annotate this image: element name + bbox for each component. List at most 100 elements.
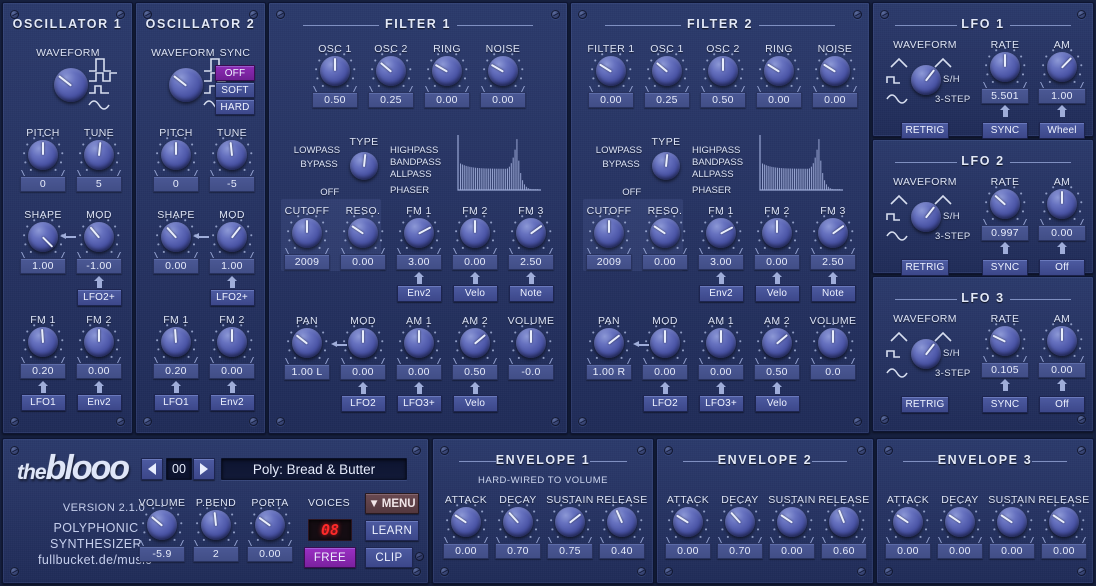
knob-cap[interactable] <box>997 507 1027 537</box>
knob-cap[interactable] <box>348 218 378 248</box>
knob-cap[interactable] <box>725 507 755 537</box>
filter2.row2.2-mod-button[interactable]: Env2 <box>698 285 744 302</box>
knob-cap[interactable] <box>762 328 792 358</box>
knob-cap[interactable] <box>708 56 738 86</box>
filter2.row3.3-mod-button[interactable]: Velo <box>754 395 800 412</box>
osc2-sync-off-button[interactable]: OFF <box>215 65 255 81</box>
knob-cap[interactable] <box>54 68 88 102</box>
knob-cap[interactable] <box>460 218 490 248</box>
knob-cap[interactable] <box>28 222 58 252</box>
knob-cap[interactable] <box>990 52 1020 82</box>
knob-cap[interactable] <box>777 507 807 537</box>
knob-cap[interactable] <box>911 202 941 232</box>
knob-cap[interactable] <box>432 56 462 86</box>
knob-cap[interactable] <box>1049 507 1079 537</box>
filter2.row2.4-mod-button[interactable]: Note <box>810 285 856 302</box>
knob-cap[interactable] <box>503 507 533 537</box>
knob-cap[interactable] <box>594 328 624 358</box>
knob-cap[interactable] <box>28 327 58 357</box>
osc1.controls.4-mod-button[interactable]: LFO1 <box>20 394 66 411</box>
knob-cap[interactable] <box>706 218 736 248</box>
knob-cap[interactable] <box>893 507 923 537</box>
knob-cap[interactable] <box>990 326 1020 356</box>
knob-cap[interactable] <box>764 56 794 86</box>
lfo-1-am-mod-button[interactable]: Wheel <box>1039 122 1085 139</box>
lfo-1-retrig-button[interactable]: RETRIG <box>901 122 949 139</box>
filter2.row3.1-mod-button[interactable]: LFO2 <box>642 395 688 412</box>
knob-cap[interactable] <box>161 222 191 252</box>
knob-cap[interactable] <box>451 507 481 537</box>
knob-cap[interactable] <box>818 218 848 248</box>
knob-cap[interactable] <box>217 327 247 357</box>
filter1.row2.3-mod-button[interactable]: Velo <box>452 285 498 302</box>
preset-prev-button[interactable] <box>141 458 163 480</box>
filter1.row2.4-mod-button[interactable]: Note <box>508 285 554 302</box>
knob-cap[interactable] <box>217 222 247 252</box>
knob-cap[interactable] <box>596 56 626 86</box>
knob-cap[interactable] <box>84 222 114 252</box>
knob-cap[interactable] <box>255 510 285 540</box>
filter2-type-option-allpass[interactable]: ALLPASS <box>692 169 734 180</box>
lfo-2-sync-button[interactable]: SYNC <box>982 259 1028 276</box>
lfo-2-am-mod-button[interactable]: Off <box>1039 259 1085 276</box>
osc2.controls.5-mod-button[interactable]: Env2 <box>209 394 255 411</box>
knob-cap[interactable] <box>292 218 322 248</box>
knob-cap[interactable] <box>488 56 518 86</box>
lfo-3-retrig-button[interactable]: RETRIG <box>901 396 949 413</box>
knob-cap[interactable] <box>911 65 941 95</box>
filter1.row3.3-mod-button[interactable]: Velo <box>452 395 498 412</box>
knob-cap[interactable] <box>652 56 682 86</box>
knob-cap[interactable] <box>169 68 203 102</box>
knob-cap[interactable] <box>320 56 350 86</box>
filter1-type-option-allpass[interactable]: ALLPASS <box>390 169 432 180</box>
osc1.controls.5-mod-button[interactable]: Env2 <box>76 394 122 411</box>
filter2-type-option-highpass[interactable]: HIGHPASS <box>692 145 740 156</box>
lfo-2-sh-label[interactable]: S/H <box>943 211 983 222</box>
knob-cap[interactable] <box>945 507 975 537</box>
osc2-sync-hard-button[interactable]: HARD <box>215 99 255 115</box>
knob-cap[interactable] <box>404 328 434 358</box>
filter1.row3.1-mod-button[interactable]: LFO2 <box>340 395 386 412</box>
preset-next-button[interactable] <box>193 458 215 480</box>
knob-cap[interactable] <box>84 140 114 170</box>
free-button[interactable]: FREE <box>304 547 356 568</box>
knob-cap[interactable] <box>516 218 546 248</box>
knob-cap[interactable] <box>762 218 792 248</box>
knob-cap[interactable] <box>818 328 848 358</box>
knob-cap[interactable] <box>673 507 703 537</box>
lfo-3-sh-label[interactable]: S/H <box>943 348 983 359</box>
knob-cap[interactable] <box>161 140 191 170</box>
knob-cap[interactable] <box>460 328 490 358</box>
knob-cap[interactable] <box>147 510 177 540</box>
knob-cap[interactable] <box>1047 189 1077 219</box>
lfo-3-sync-button[interactable]: SYNC <box>982 396 1028 413</box>
lfo-1-sync-button[interactable]: SYNC <box>982 122 1028 139</box>
knob-cap[interactable] <box>990 189 1020 219</box>
knob-cap[interactable] <box>292 328 322 358</box>
knob-cap[interactable] <box>28 140 58 170</box>
knob-cap[interactable] <box>594 218 624 248</box>
knob-cap[interactable] <box>217 140 247 170</box>
knob-cap[interactable] <box>516 328 546 358</box>
knob-cap[interactable] <box>201 510 231 540</box>
knob-cap[interactable] <box>706 328 736 358</box>
lfo-3-am-mod-button[interactable]: Off <box>1039 396 1085 413</box>
filter1-type-option-phaser[interactable]: PHASER <box>390 185 429 196</box>
filter2-type-option-phaser[interactable]: PHASER <box>692 185 731 196</box>
knob-cap[interactable] <box>829 507 859 537</box>
knob-cap[interactable] <box>820 56 850 86</box>
osc1.controls.3-mod-button[interactable]: LFO2+ <box>76 289 122 306</box>
knob-cap[interactable] <box>650 328 680 358</box>
osc2.controls.3-mod-button[interactable]: LFO2+ <box>209 289 255 306</box>
filter2.row3.2-mod-button[interactable]: LFO3+ <box>698 395 744 412</box>
knob-cap[interactable] <box>1047 52 1077 82</box>
knob-cap[interactable] <box>555 507 585 537</box>
clip-button[interactable]: CLIP <box>365 547 413 568</box>
osc2.controls.4-mod-button[interactable]: LFO1 <box>153 394 199 411</box>
preset-name-display[interactable]: Poly: Bread & Butter <box>221 458 407 480</box>
knob-cap[interactable] <box>607 507 637 537</box>
knob-cap[interactable] <box>84 327 114 357</box>
knob-cap[interactable] <box>404 218 434 248</box>
filter2.row2.3-mod-button[interactable]: Velo <box>754 285 800 302</box>
knob-cap[interactable] <box>911 339 941 369</box>
